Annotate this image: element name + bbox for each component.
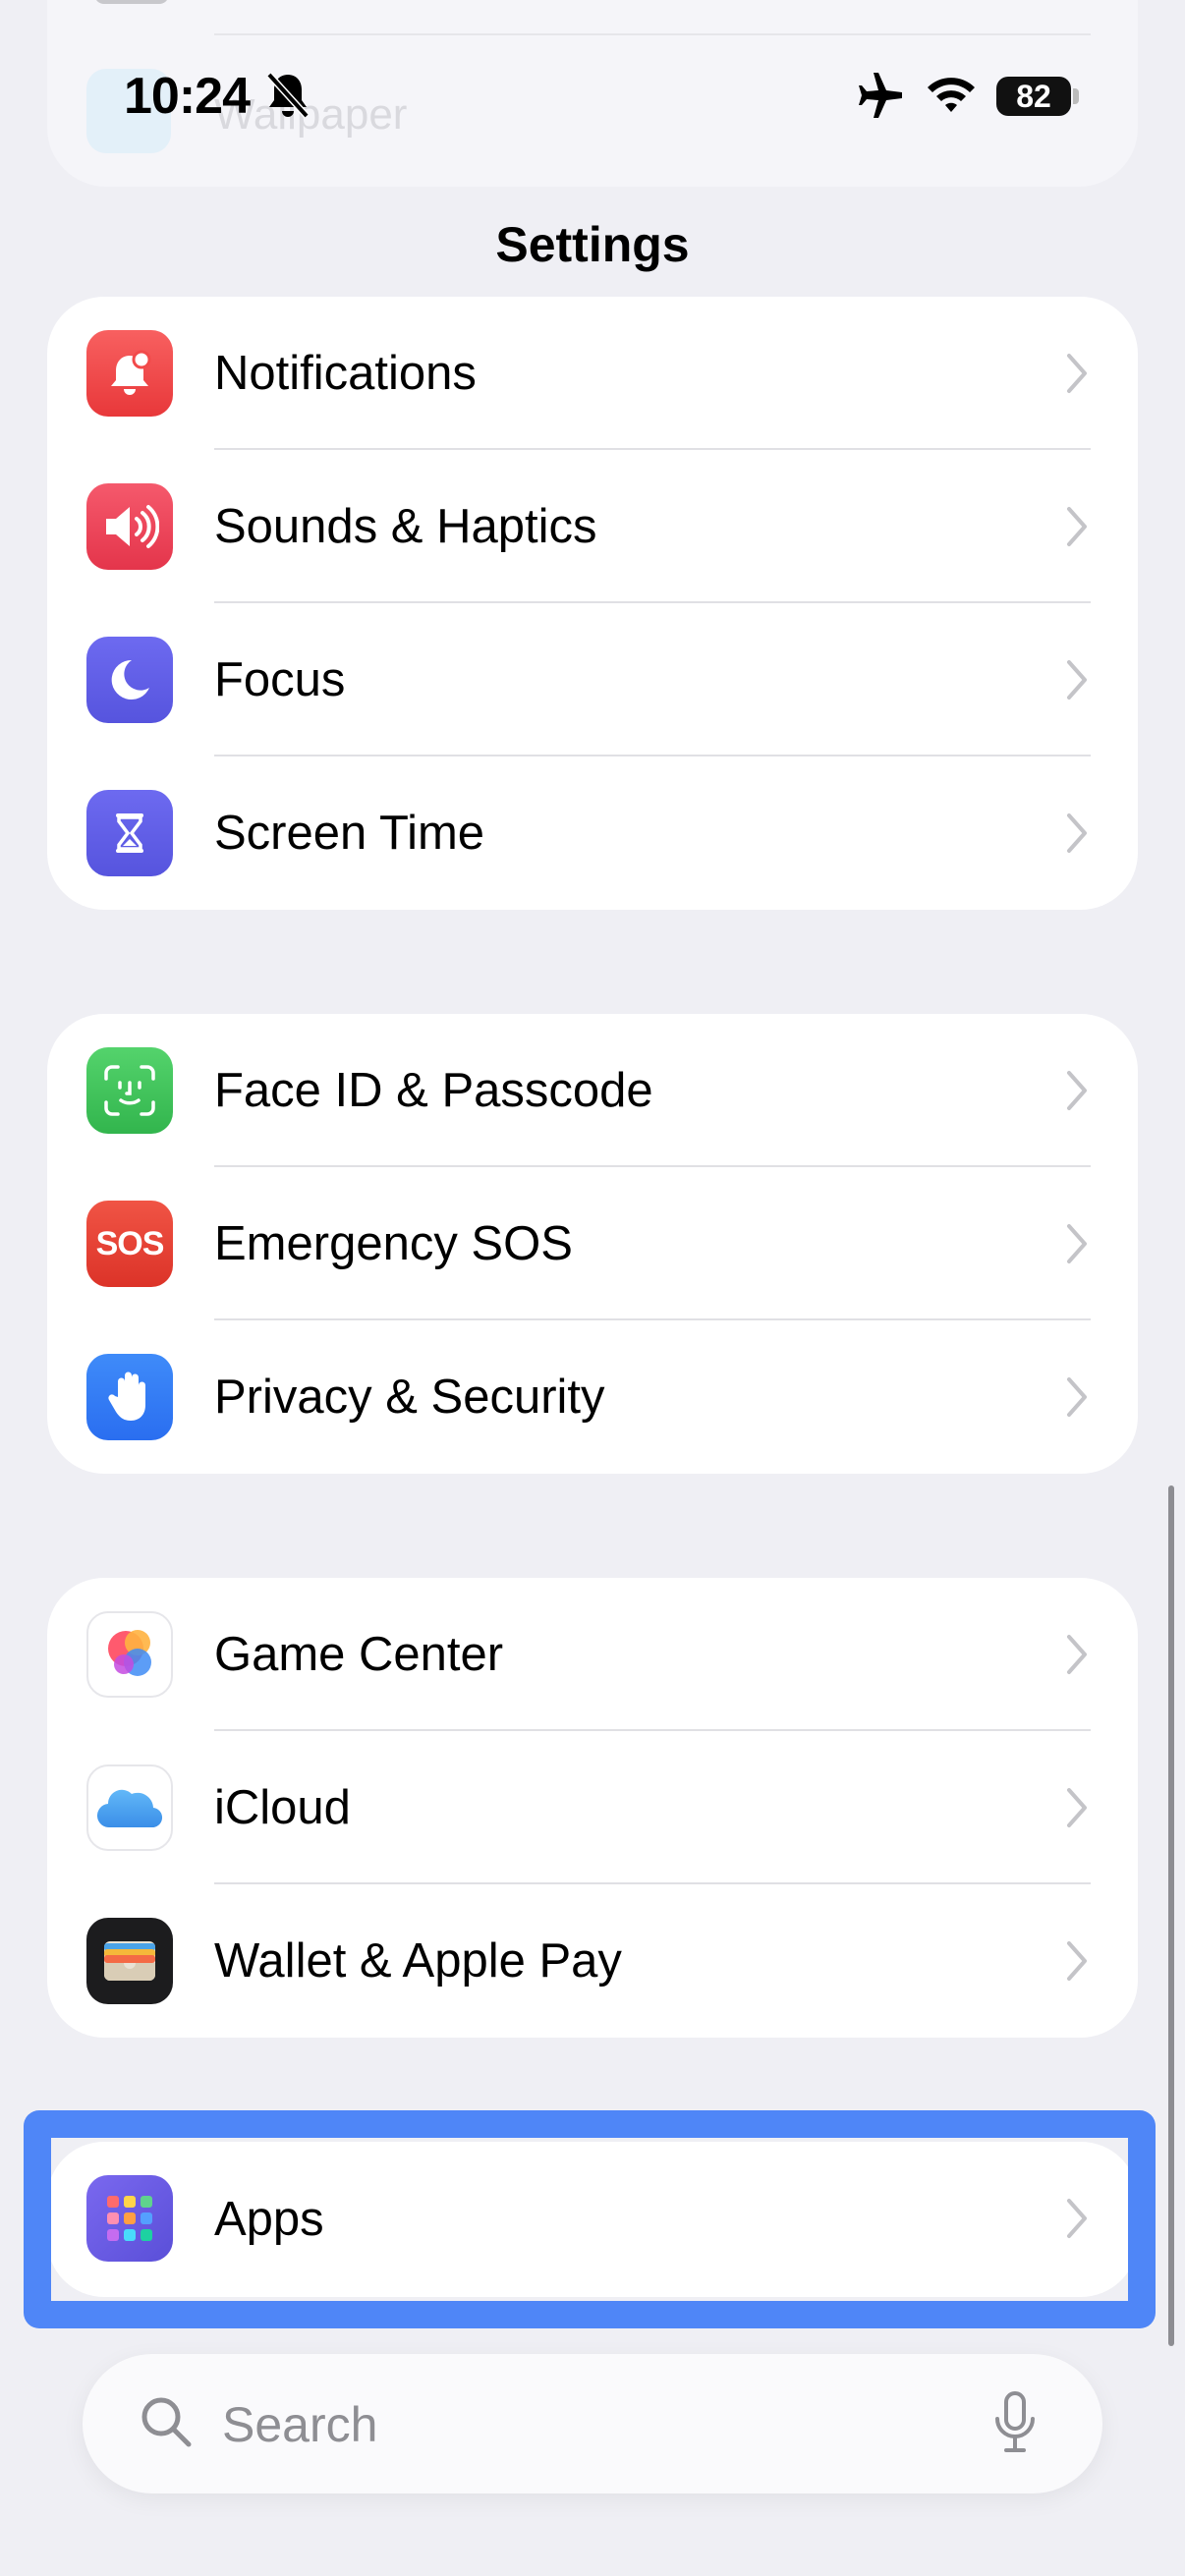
apps-highlight-box (24, 2110, 1156, 2328)
search-bar[interactable] (83, 2354, 1102, 2493)
settings-row-emergency-sos[interactable]: SOS Emergency SOS (47, 1167, 1138, 1320)
search-icon (141, 2397, 192, 2447)
bell-badge-icon (86, 330, 173, 417)
page-title: Settings (495, 217, 690, 272)
settings-group-3: Game Center iCloud Wallet & Apple Pay (47, 1578, 1138, 2038)
settings-row-label: Emergency SOS (214, 1217, 573, 1270)
chevron-right-icon (1067, 1071, 1087, 1110)
scrollbar[interactable] (1168, 1485, 1174, 2346)
bell-slash-icon (266, 72, 310, 119)
battery-icon: 82 (996, 77, 1071, 116)
settings-row-label: Privacy & Security (214, 1371, 605, 1424)
search-input[interactable] (220, 2391, 971, 2458)
settings-group-2: Face ID & Passcode SOS Emergency SOS Pri… (47, 1014, 1138, 1474)
wifi-icon (928, 78, 975, 112)
settings-row-game-center[interactable]: Game Center (47, 1578, 1138, 1731)
game-center-icon (86, 1611, 173, 1698)
chevron-right-icon (1067, 1788, 1087, 1827)
chevron-right-icon (1067, 507, 1087, 546)
chevron-right-icon (1067, 813, 1087, 853)
wallet-icon (86, 1918, 173, 2004)
settings-row-label: Game Center (214, 1628, 504, 1681)
settings-row-privacy-security[interactable]: Privacy & Security (47, 1320, 1138, 1474)
settings-row-label: Face ID & Passcode (214, 1064, 653, 1117)
settings-row-label: Sounds & Haptics (214, 500, 597, 553)
settings-row-label: Notifications (214, 347, 477, 400)
settings-row-label: Focus (214, 653, 346, 706)
chevron-right-icon (1067, 354, 1087, 393)
settings-row-label: Wallet & Apple Pay (214, 1934, 622, 1988)
chevron-right-icon (1067, 1224, 1087, 1263)
sos-icon: SOS (86, 1201, 173, 1287)
microphone-icon[interactable] (992, 2389, 1038, 2456)
settings-row-label: iCloud (214, 1781, 351, 1834)
icloud-icon (86, 1764, 173, 1851)
battery-cap (1073, 88, 1079, 104)
settings-row-face-id-passcode[interactable]: Face ID & Passcode (47, 1014, 1138, 1167)
chevron-right-icon (1067, 1635, 1087, 1674)
settings-row-notifications[interactable]: Notifications (47, 297, 1138, 450)
sos-icon-text: SOS (95, 1224, 165, 1262)
settings-group-1: Notifications Sounds & Haptics Focus Scr… (47, 297, 1138, 910)
moon-icon (86, 637, 173, 723)
airplane-icon (859, 73, 902, 118)
chevron-right-icon (1067, 1941, 1087, 1981)
speaker-icon (86, 483, 173, 570)
hourglass-icon (86, 790, 173, 876)
hand-icon (86, 1354, 173, 1440)
face-id-icon (86, 1047, 173, 1134)
settings-row-icloud[interactable]: iCloud (47, 1731, 1138, 1884)
settings-row-focus[interactable]: Focus (47, 603, 1138, 756)
settings-row-wallet-apple-pay[interactable]: Wallet & Apple Pay (47, 1884, 1138, 2038)
settings-row-label: Screen Time (214, 807, 485, 860)
status-bar: 10:24 82 (0, 0, 1185, 196)
status-time: 10:24 (124, 68, 251, 125)
settings-row-screen-time[interactable]: Screen Time (47, 756, 1138, 910)
chevron-right-icon (1067, 1377, 1087, 1417)
settings-row-sounds-haptics[interactable]: Sounds & Haptics (47, 450, 1138, 603)
chevron-right-icon (1067, 660, 1087, 700)
